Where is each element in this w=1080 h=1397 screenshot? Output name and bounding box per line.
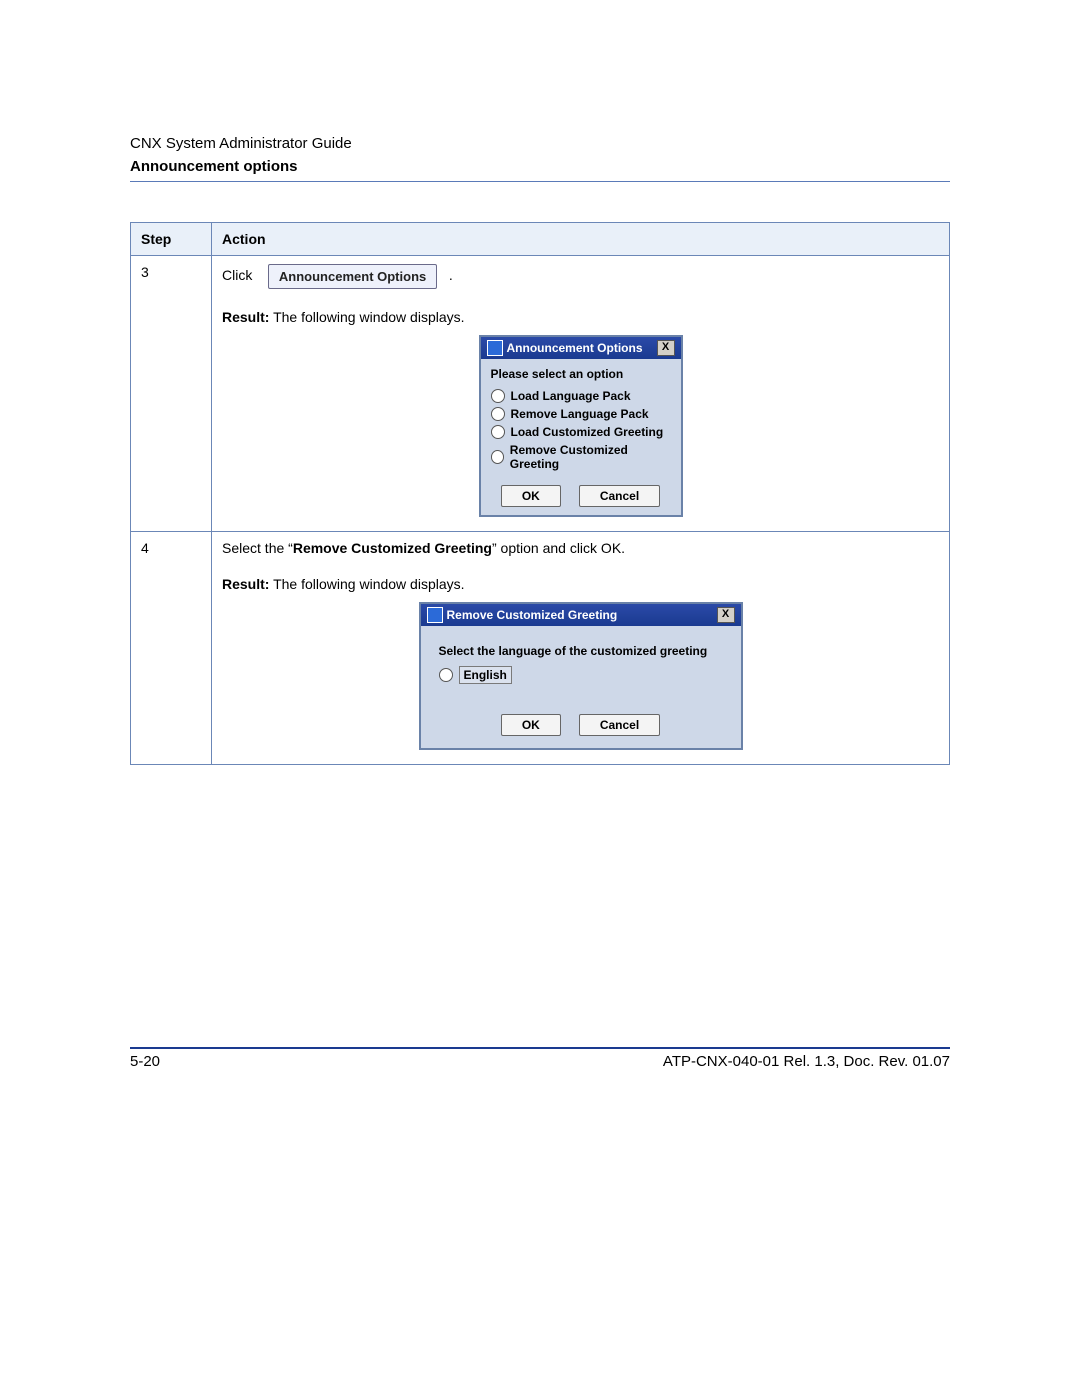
result-text: The following window displays.: [269, 309, 464, 325]
text: ” option and click OK.: [492, 540, 625, 556]
bold-option: Remove Customized Greeting: [293, 540, 492, 556]
text: Select the “: [222, 540, 293, 556]
ok-button[interactable]: OK: [501, 714, 561, 736]
dialog-prompt: Select the language of the customized gr…: [439, 644, 723, 658]
col-step: Step: [131, 223, 212, 256]
steps-table: Step Action 3 Click Announcement Options…: [130, 222, 950, 765]
close-icon[interactable]: X: [717, 607, 735, 623]
radio-label[interactable]: English: [459, 666, 512, 684]
click-word: Click: [222, 267, 252, 283]
remove-greeting-dialog: Remove Customized Greeting X Select the …: [419, 602, 743, 750]
footer-rule: [130, 1047, 950, 1049]
page-footer: 5-20 ATP-CNX-040-01 Rel. 1.3, Doc. Rev. …: [130, 1040, 950, 1070]
ok-button[interactable]: OK: [501, 485, 561, 507]
radio-label[interactable]: Load Customized Greeting: [511, 425, 664, 439]
radio-label[interactable]: Remove Customized Greeting: [510, 443, 671, 471]
step-number: 3: [131, 256, 212, 532]
app-icon: [487, 340, 503, 356]
doc-title: CNX System Administrator Guide: [130, 135, 950, 152]
result-label: Result:: [222, 309, 269, 325]
dialog-titlebar[interactable]: Remove Customized Greeting X: [421, 604, 741, 626]
table-row: 3 Click Announcement Options . Result: T…: [131, 256, 950, 532]
doc-id: ATP-CNX-040-01 Rel. 1.3, Doc. Rev. 01.07: [663, 1053, 950, 1070]
radio-icon[interactable]: [491, 450, 504, 464]
close-icon[interactable]: X: [657, 340, 675, 356]
page-number: 5-20: [130, 1053, 160, 1070]
dot: .: [449, 267, 453, 283]
radio-icon[interactable]: [491, 407, 505, 421]
dialog-prompt: Please select an option: [491, 367, 671, 381]
radio-label[interactable]: Load Language Pack: [511, 389, 631, 403]
radio-icon[interactable]: [491, 389, 505, 403]
cancel-button[interactable]: Cancel: [579, 485, 660, 507]
col-action: Action: [212, 223, 950, 256]
cancel-button[interactable]: Cancel: [579, 714, 660, 736]
table-row: 4 Select the “Remove Customized Greeting…: [131, 532, 950, 765]
radio-icon[interactable]: [439, 668, 453, 682]
radio-label[interactable]: Remove Language Pack: [511, 407, 649, 421]
announcement-options-dialog: Announcement Options X Please select an …: [479, 335, 683, 517]
result-text: The following window displays.: [269, 576, 464, 592]
section-title: Announcement options: [130, 158, 950, 175]
announcement-options-button[interactable]: Announcement Options: [268, 264, 437, 289]
radio-icon[interactable]: [491, 425, 505, 439]
title-rule: [130, 181, 950, 182]
dialog-title: Remove Customized Greeting: [447, 608, 618, 622]
result-label: Result:: [222, 576, 269, 592]
dialog-title: Announcement Options: [507, 341, 643, 355]
step-number: 4: [131, 532, 212, 765]
app-icon: [427, 607, 443, 623]
dialog-titlebar[interactable]: Announcement Options X: [481, 337, 681, 359]
